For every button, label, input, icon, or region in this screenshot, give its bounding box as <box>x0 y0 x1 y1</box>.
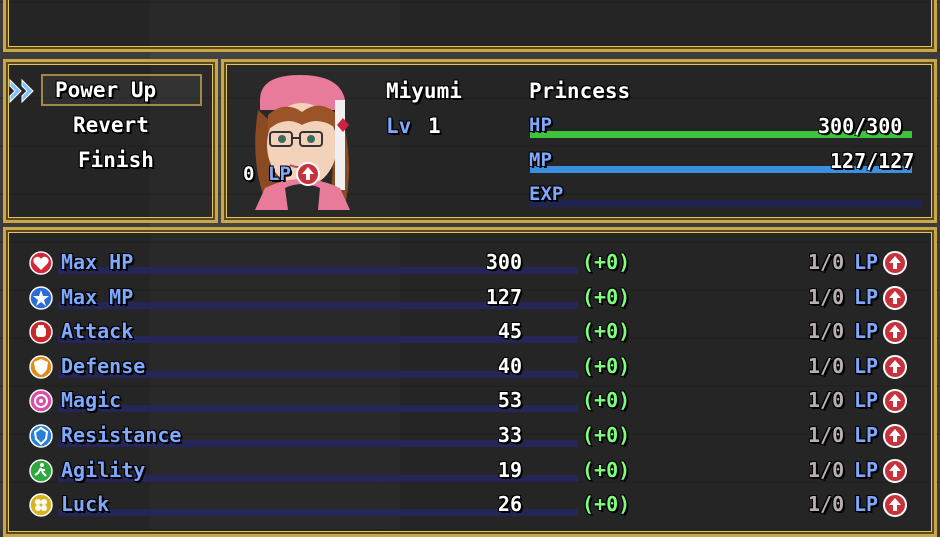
double-chevron-right-icon <box>9 78 34 104</box>
stat-value: 19 <box>497 458 522 482</box>
runner-icon <box>29 459 53 483</box>
stat-name: Max HP <box>61 250 134 274</box>
actor-class: Princess <box>529 79 631 103</box>
menu-item-power-up[interactable]: Power Up <box>55 78 156 102</box>
stat-bonus: (+0) <box>582 458 631 482</box>
stat-value: 53 <box>497 388 522 412</box>
stat-bonus: (+0) <box>582 250 631 274</box>
stat-cost: 1/0 <box>808 250 845 274</box>
stat-lp-label: LP <box>854 319 879 343</box>
stat-cost: 1/0 <box>808 458 845 482</box>
lp-value: 0 <box>243 163 255 185</box>
stat-cost: 1/0 <box>808 423 845 447</box>
exp-label: EXP <box>529 183 564 205</box>
lp-arrow-icon <box>296 162 320 186</box>
lp-upgrade-icon[interactable] <box>883 424 907 448</box>
stat-name: Luck <box>61 492 110 516</box>
hp-value: 300/300 <box>818 114 903 138</box>
stat-cost: 1/0 <box>808 319 845 343</box>
actor-name: Miyumi <box>386 79 462 103</box>
stat-lp-label: LP <box>854 388 879 412</box>
stat-lp-label: LP <box>854 492 879 516</box>
heart-icon <box>29 251 53 275</box>
stat-lp-label: LP <box>854 458 879 482</box>
magic-icon <box>29 389 53 413</box>
stat-value: 33 <box>497 423 522 447</box>
stat-name: Attack <box>61 319 134 343</box>
stat-cost: 1/0 <box>808 285 845 309</box>
stat-bonus: (+0) <box>582 285 631 309</box>
lp-upgrade-icon[interactable] <box>883 459 907 483</box>
stat-value: 300 <box>485 250 522 274</box>
lp-upgrade-icon[interactable] <box>883 389 907 413</box>
stat-lp-label: LP <box>854 250 879 274</box>
hp-label: HP <box>529 114 552 136</box>
stat-value: 40 <box>497 354 522 378</box>
stat-value: 127 <box>485 285 522 309</box>
fist-icon <box>29 320 53 344</box>
stat-name: Agility <box>61 458 146 482</box>
star-icon <box>29 286 53 310</box>
stat-bonus: (+0) <box>582 319 631 343</box>
lp-upgrade-icon[interactable] <box>883 320 907 344</box>
lp-upgrade-icon[interactable] <box>883 493 907 517</box>
stat-cost: 1/0 <box>808 388 845 412</box>
stat-name: Defense <box>61 354 146 378</box>
level-value: 1 <box>428 114 441 138</box>
stat-value: 26 <box>497 492 522 516</box>
lp-upgrade-icon[interactable] <box>883 251 907 275</box>
stat-bonus: (+0) <box>582 388 631 412</box>
shield-icon <box>29 355 53 379</box>
menu-item-revert[interactable]: Revert <box>73 113 149 137</box>
mp-label: MP <box>529 149 552 171</box>
resist-shield-icon <box>29 424 53 448</box>
stat-name: Resistance <box>61 423 182 447</box>
stat-lp-label: LP <box>854 354 879 378</box>
stat-lp-label: LP <box>854 285 879 309</box>
stat-bonus: (+0) <box>582 492 631 516</box>
lp-upgrade-icon[interactable] <box>883 355 907 379</box>
level-label: Lv <box>386 114 412 138</box>
miyumi-portrait <box>255 75 350 210</box>
stat-bonus: (+0) <box>582 354 631 378</box>
stat-value: 45 <box>497 319 522 343</box>
clover-icon <box>29 493 53 517</box>
stat-lp-label: LP <box>854 423 879 447</box>
exp-gauge <box>530 200 922 207</box>
stat-cost: 1/0 <box>808 492 845 516</box>
stat-bonus: (+0) <box>582 423 631 447</box>
stat-name: Max MP <box>61 285 134 309</box>
stat-name: Magic <box>61 388 122 412</box>
lp-label: LP <box>268 163 291 185</box>
stat-cost: 1/0 <box>808 354 845 378</box>
mp-value: 127/127 <box>830 149 915 173</box>
menu-item-finish[interactable]: Finish <box>78 148 154 172</box>
lp-upgrade-icon[interactable] <box>883 286 907 310</box>
top-window <box>3 0 937 52</box>
